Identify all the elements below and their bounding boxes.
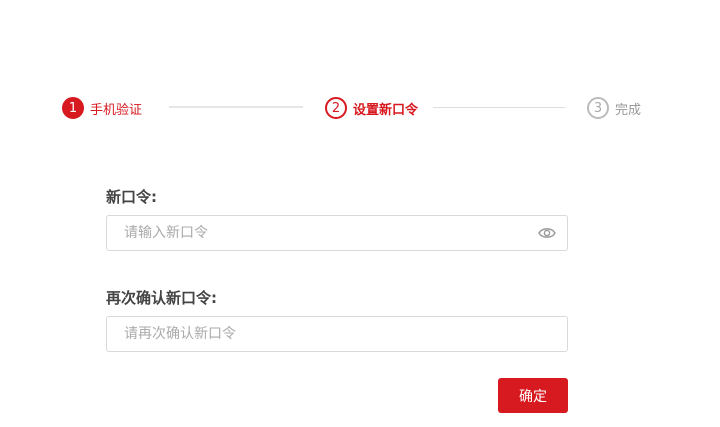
confirm-password-label: 再次确认新口令: [106, 289, 217, 307]
confirm-button[interactable]: 确定 [498, 378, 568, 413]
new-password-field: 新口令: [106, 186, 568, 251]
new-password-input[interactable] [107, 216, 567, 250]
step-connector [169, 106, 303, 108]
step-phone-verification: 1 手机验证 [62, 96, 142, 120]
step-complete: 3 完成 [587, 96, 641, 120]
progress-stepper: 1 手机验证 2 设置新口令 3 完成 [62, 96, 662, 120]
step-label: 完成 [615, 102, 642, 118]
reset-password-form: 新口令: 再次确认新口令: [106, 186, 568, 352]
confirm-password-field: 再次确认新口令: [106, 287, 568, 352]
step-label: 设置新口令 [353, 102, 419, 118]
new-password-input-wrapper [106, 215, 568, 251]
step-label: 手机验证 [90, 102, 143, 118]
step-set-new-password: 2 设置新口令 [325, 96, 418, 120]
step-number-badge: 1 [62, 97, 84, 119]
confirm-password-input[interactable] [107, 317, 567, 351]
step-connector [433, 107, 565, 108]
confirm-password-input-wrapper [106, 316, 568, 352]
step-number-badge: 2 [325, 97, 347, 119]
form-actions: 确定 [498, 378, 568, 413]
new-password-label: 新口令: [106, 188, 157, 206]
eye-icon[interactable] [538, 226, 556, 240]
step-number-badge: 3 [587, 97, 609, 119]
